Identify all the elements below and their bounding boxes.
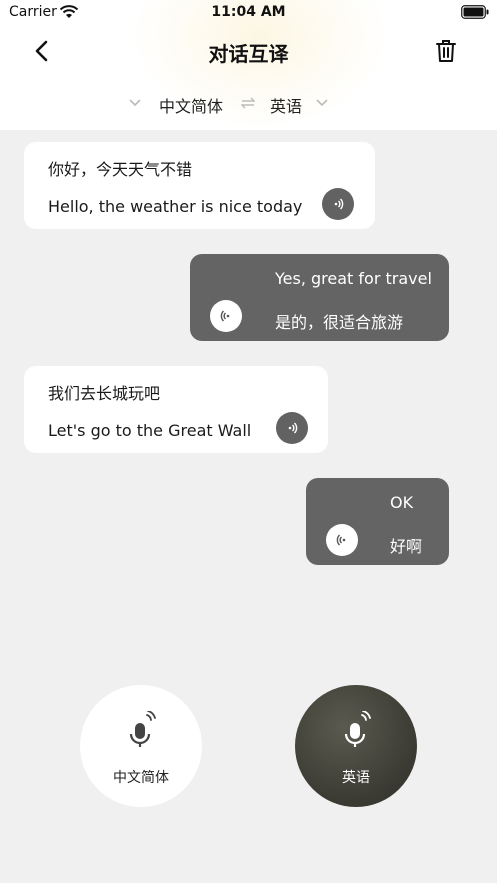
microphone-icon — [344, 711, 371, 747]
target-language-selector[interactable]: 英语 — [270, 93, 302, 117]
message-bubble-left: 我们去长城玩吧 Let's go to the Great Wall — [24, 366, 328, 453]
language-bar: 中文简体 英语 — [0, 90, 497, 118]
delete-button[interactable] — [434, 38, 458, 64]
message-original-text: 你好，今天天气不错 — [48, 160, 193, 179]
message-translated-text: Hello, the weather is nice today — [48, 197, 303, 216]
trash-icon — [436, 40, 456, 62]
message-bubble-left: 你好，今天天气不错 Hello, the weather is nice tod… — [24, 142, 375, 229]
record-target-language-button[interactable]: 英语 — [295, 685, 417, 807]
sound-wave-icon — [334, 198, 344, 210]
swap-arrows-icon[interactable] — [241, 97, 255, 109]
chevron-down-icon[interactable] — [316, 99, 328, 107]
message-translated-text: 好啊 — [390, 537, 423, 556]
record-source-language-button[interactable]: 中文简体 — [80, 685, 202, 807]
message-original-text: 我们去长城玩吧 — [48, 384, 161, 403]
message-bubble-right: OK 好啊 — [306, 478, 449, 565]
message-original-text: Yes, great for travel — [275, 269, 432, 288]
play-audio-button[interactable] — [276, 412, 308, 444]
clock: 11:04 AM — [211, 4, 286, 20]
play-audio-button[interactable] — [322, 188, 354, 220]
status-bar: Carrier 11:04 AM — [0, 0, 497, 26]
message-original-text: OK — [390, 493, 414, 512]
message-translated-text: Let's go to the Great Wall — [48, 421, 252, 440]
microphone-icon — [129, 711, 156, 747]
message-bubble-right: Yes, great for travel 是的，很适合旅游 — [190, 254, 449, 341]
source-language-selector[interactable]: 中文简体 — [159, 93, 223, 117]
header: Carrier 11:04 AM 对话互译 中文简体 英语 — [0, 0, 497, 130]
message-translated-text: 是的，很适合旅游 — [275, 313, 404, 332]
play-audio-button[interactable] — [326, 524, 358, 556]
mic-button-label: 中文简体 — [113, 770, 169, 786]
sound-wave-icon — [288, 422, 298, 434]
mic-button-label: 英语 — [342, 770, 370, 786]
chevron-down-icon[interactable] — [129, 99, 141, 107]
sound-wave-icon — [220, 310, 230, 322]
battery-icon — [461, 5, 489, 19]
sound-wave-icon — [336, 534, 346, 546]
page-title: 对话互译 — [208, 42, 289, 66]
play-audio-button[interactable] — [210, 300, 242, 332]
